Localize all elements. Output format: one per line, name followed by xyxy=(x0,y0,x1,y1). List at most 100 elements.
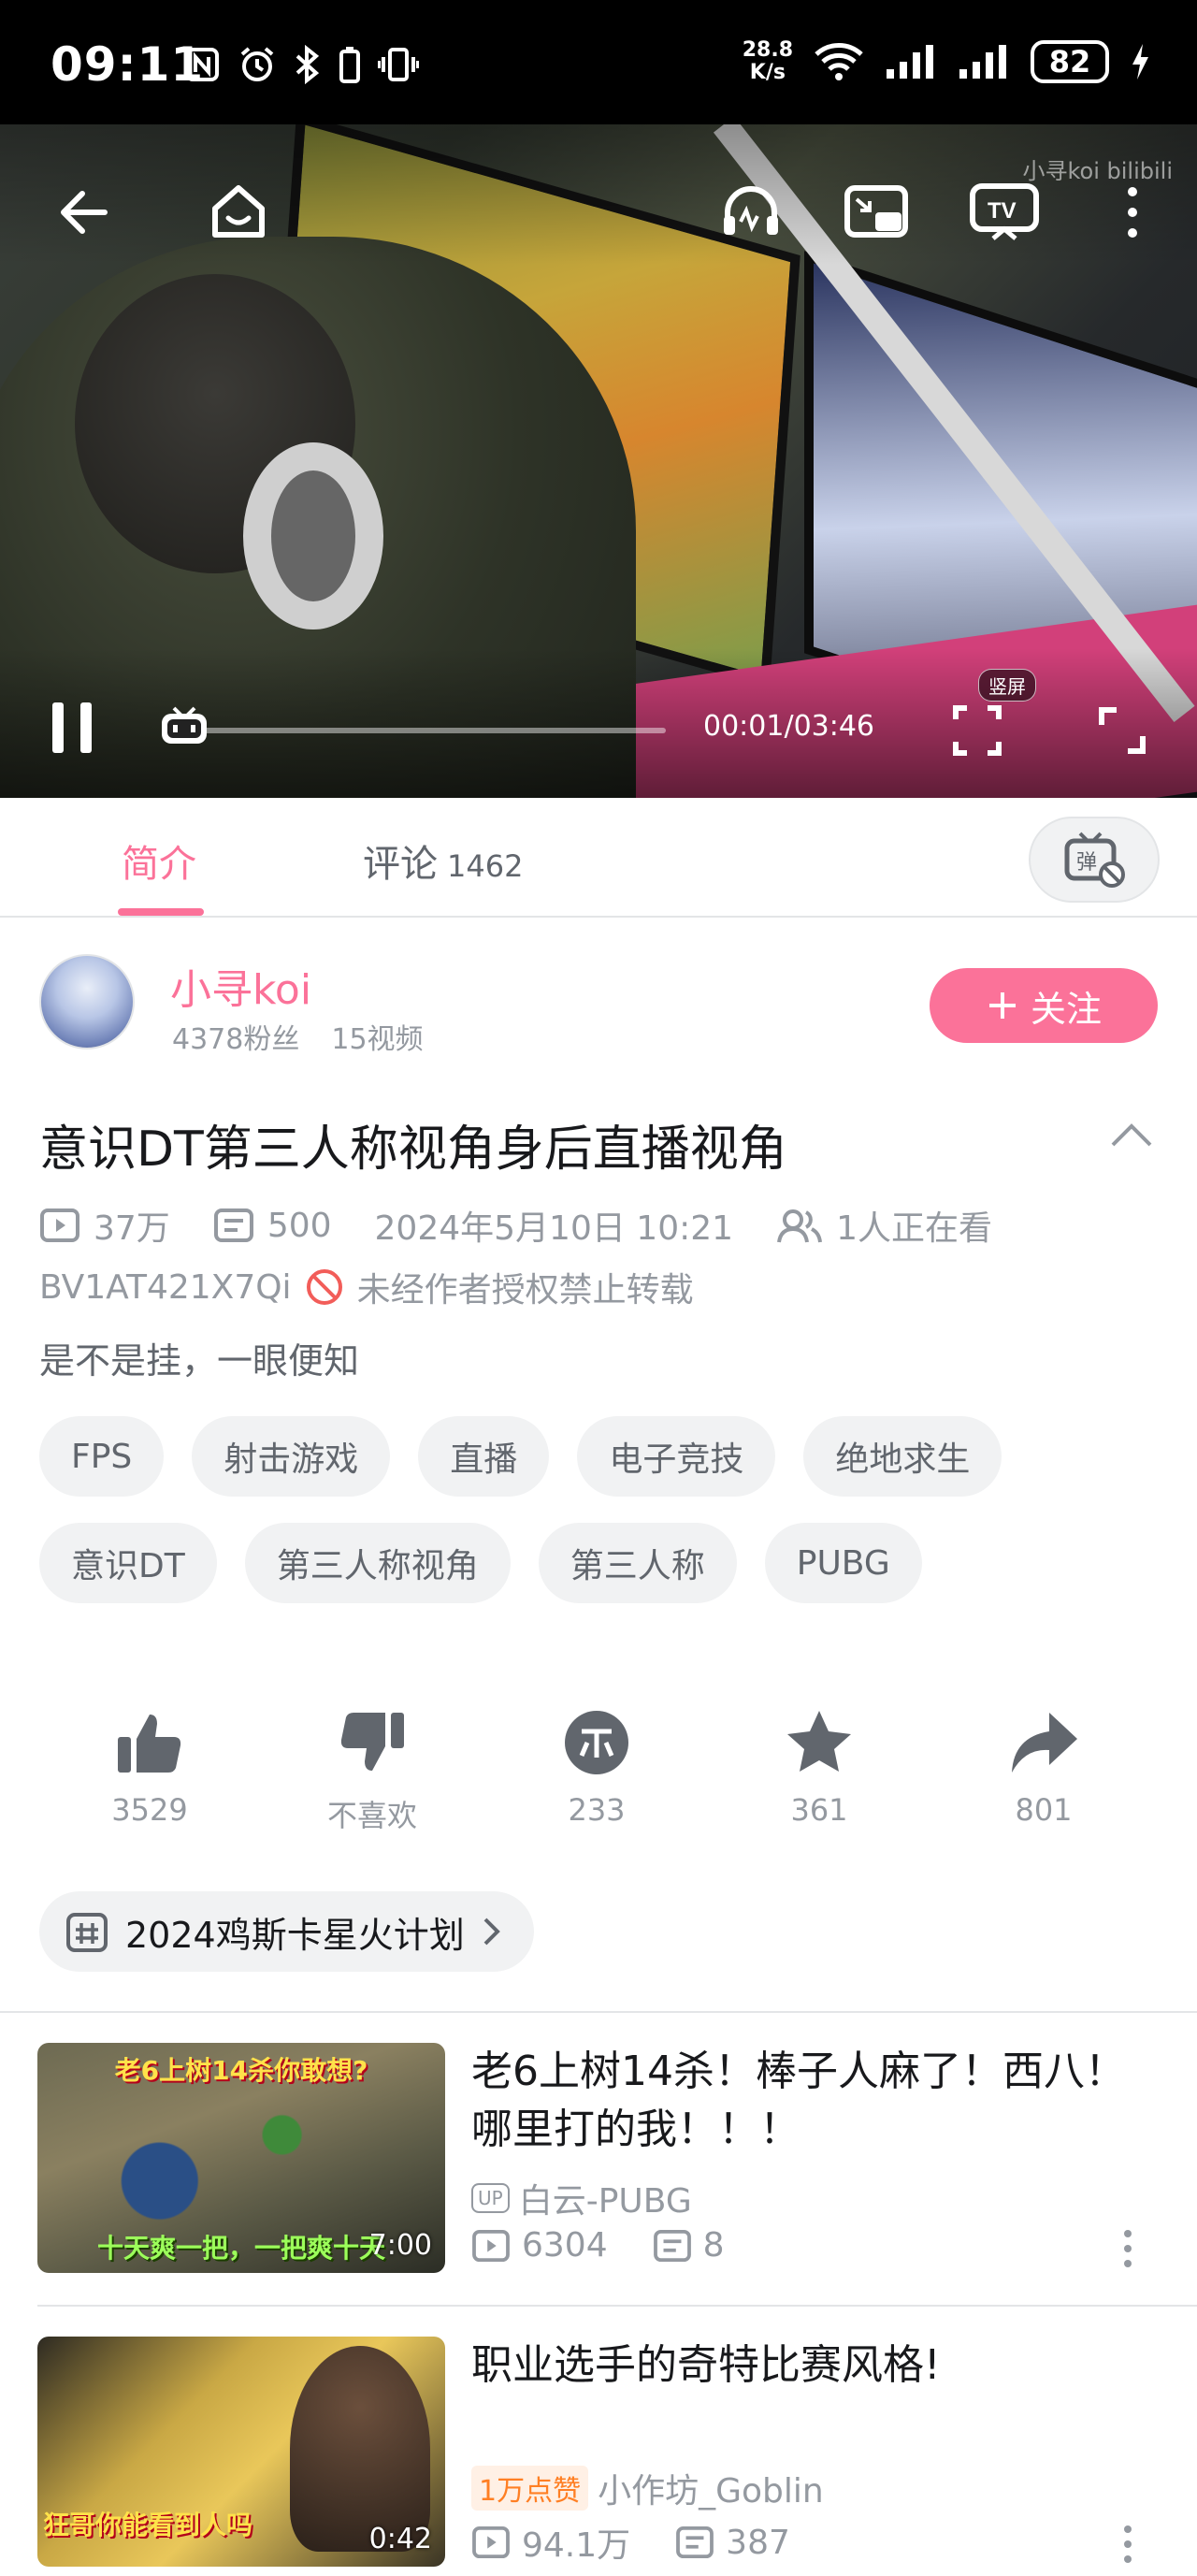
rec-stats: 6304 8 xyxy=(471,2226,725,2265)
rec-more-button[interactable] xyxy=(1118,2524,1137,2569)
forbidden-icon xyxy=(306,1269,342,1305)
thumbnail-caption-top: 老6上树14杀你敢想? xyxy=(114,2055,368,2086)
like-button[interactable]: 3529 xyxy=(56,1700,243,1828)
danmaku-count: 500 xyxy=(267,1206,332,1245)
pause-icon xyxy=(52,702,92,753)
play-count-icon xyxy=(472,2229,510,2262)
video-player[interactable]: 小寻koi bilibili TV 00:01/03:46 竖屏 xyxy=(0,124,1197,798)
chevron-up-icon xyxy=(1111,1123,1152,1147)
playback-time: 00:01/03:46 xyxy=(703,710,875,743)
list-item[interactable]: 老6上树14杀你敢想? 十天爽一把，一把爽十天 7:00 老6上树14杀！棒子人… xyxy=(0,2043,1197,2305)
coin-button[interactable]: 233 xyxy=(503,1700,690,1828)
view-count: 37万 xyxy=(94,1209,170,1248)
video-description: 是不是挂，一眼便知 xyxy=(39,1340,360,1382)
video-duration: 7:00 xyxy=(368,2229,432,2262)
more-options-button[interactable] xyxy=(1118,184,1147,240)
signal-icon xyxy=(887,45,933,79)
status-bar: 09:11 28.8 K/s 82 xyxy=(0,0,1197,124)
cast-tv-button[interactable]: TV xyxy=(969,182,1040,242)
charging-icon xyxy=(1132,44,1148,80)
uploader-name[interactable]: 小寻koi xyxy=(170,956,311,1016)
pause-button[interactable] xyxy=(47,699,99,757)
danmaku-off-icon: 弹 xyxy=(1064,832,1125,888)
nfc-icon xyxy=(185,48,219,81)
tag-item[interactable]: 直播 xyxy=(418,1416,550,1497)
rec-view-count: 94.1万 xyxy=(522,2526,631,2565)
battery-small-icon xyxy=(339,47,360,83)
collapse-button[interactable] xyxy=(1109,1121,1154,1152)
uploader-video-count: 15视频 xyxy=(331,1023,424,1056)
watching-count: 1人正在看 xyxy=(836,1209,992,1248)
plus-icon xyxy=(988,992,1016,1019)
back-button[interactable] xyxy=(56,184,112,240)
uploader-fans: 4378粉丝 xyxy=(172,1023,300,1056)
danmaku-count-icon xyxy=(653,2229,691,2262)
status-time: 09:11 xyxy=(50,37,205,92)
rec-uploader-name: 小作坊_Goblin xyxy=(598,2472,824,2511)
thumbs-down-icon xyxy=(340,1713,404,1771)
tag-item[interactable]: 第三人称视角 xyxy=(244,1523,511,1603)
more-vertical-icon xyxy=(1128,187,1137,238)
star-icon xyxy=(787,1711,851,1772)
tv-cast-icon: TV xyxy=(970,183,1039,240)
list-item[interactable]: 狂哥你能看到人吗 0:42 职业选手的奇特比赛风格! 1万点赞 小作坊_Gobl… xyxy=(0,2337,1197,2576)
progress-thumb[interactable] xyxy=(159,704,209,745)
follow-button[interactable]: 关注 xyxy=(930,968,1158,1043)
coin-icon xyxy=(565,1711,628,1774)
tag-item[interactable]: 意识DT xyxy=(39,1523,217,1603)
danmaku-toggle-button[interactable]: 弹 xyxy=(1029,817,1160,903)
vertical-screen-label: 竖屏 xyxy=(978,669,1036,702)
tag-item[interactable]: 第三人称 xyxy=(538,1523,737,1603)
tab-comments-count: 1462 xyxy=(447,848,524,884)
rec-more-button[interactable] xyxy=(1118,2228,1137,2273)
favorite-count: 361 xyxy=(790,1792,848,1828)
hashtag-calendar-icon xyxy=(66,1913,108,1952)
up-badge: UP xyxy=(471,2183,510,2213)
dislike-button[interactable]: 不喜欢 xyxy=(279,1700,466,1835)
chevron-right-icon xyxy=(483,1918,500,1946)
tab-active-indicator xyxy=(118,908,204,916)
network-speed: 28.8 K/s xyxy=(742,38,793,84)
share-count: 801 xyxy=(1015,1792,1073,1828)
svg-text:TV: TV xyxy=(988,198,1017,224)
tag-item[interactable]: FPS xyxy=(39,1416,165,1497)
video-thumbnail[interactable]: 老6上树14杀你敢想? 十天爽一把，一把爽十天 7:00 xyxy=(37,2043,445,2273)
picture-in-picture-icon xyxy=(844,185,908,238)
video-meta: 37万 500 2024年5月10日 10:21 1人正在看 xyxy=(39,1201,992,1250)
rec-uploader: 1万点赞 小作坊_Goblin xyxy=(471,2464,824,2512)
signal-icon-2 xyxy=(959,45,1006,79)
publish-date: 2024年5月10日 10:21 xyxy=(374,1209,734,1248)
tag-item[interactable]: PUBG xyxy=(764,1523,922,1603)
tag-item[interactable]: 电子竞技 xyxy=(577,1416,776,1497)
section-divider xyxy=(0,2011,1197,2013)
fullscreen-button[interactable] xyxy=(1096,704,1148,757)
vertical-fullscreen-icon xyxy=(953,705,1002,756)
pip-button[interactable] xyxy=(844,184,909,240)
video-duration: 0:42 xyxy=(368,2523,432,2555)
danmaku-count-icon xyxy=(213,1208,253,1242)
home-button[interactable] xyxy=(208,181,269,242)
likes-badge: 1万点赞 xyxy=(471,2466,589,2511)
tag-item[interactable]: 射击游戏 xyxy=(192,1416,391,1497)
alarm-icon xyxy=(240,47,274,81)
dislike-label: 不喜欢 xyxy=(326,1798,417,1833)
tab-intro[interactable]: 简介 xyxy=(122,833,196,888)
share-button[interactable]: 801 xyxy=(950,1700,1137,1828)
video-thumbnail[interactable]: 狂哥你能看到人吗 0:42 xyxy=(37,2337,445,2567)
vertical-screen-button[interactable] xyxy=(952,702,1002,759)
back-arrow-icon xyxy=(61,191,108,234)
favorite-button[interactable]: 361 xyxy=(726,1700,913,1828)
tab-comments[interactable]: 评论 1462 xyxy=(363,833,523,888)
activity-banner[interactable]: 2024鸡斯卡星火计划 xyxy=(39,1891,534,1972)
audio-mode-button[interactable] xyxy=(720,182,782,240)
rec-video-title: 职业选手的奇特比赛风格! xyxy=(471,2341,941,2389)
tag-item[interactable]: 绝地求生 xyxy=(803,1416,1002,1497)
thumbs-up-icon xyxy=(118,1715,181,1773)
uploader-stats: 4378粉丝 15视频 xyxy=(172,1016,455,1057)
avatar[interactable] xyxy=(39,954,135,1049)
follow-label: 关注 xyxy=(1030,988,1102,1030)
progress-bar[interactable] xyxy=(187,728,666,733)
svg-text:弹: 弹 xyxy=(1076,851,1097,875)
activity-label: 2024鸡斯卡星火计划 xyxy=(125,1914,465,1956)
bvid: BV1AT421X7Qi xyxy=(39,1267,292,1307)
